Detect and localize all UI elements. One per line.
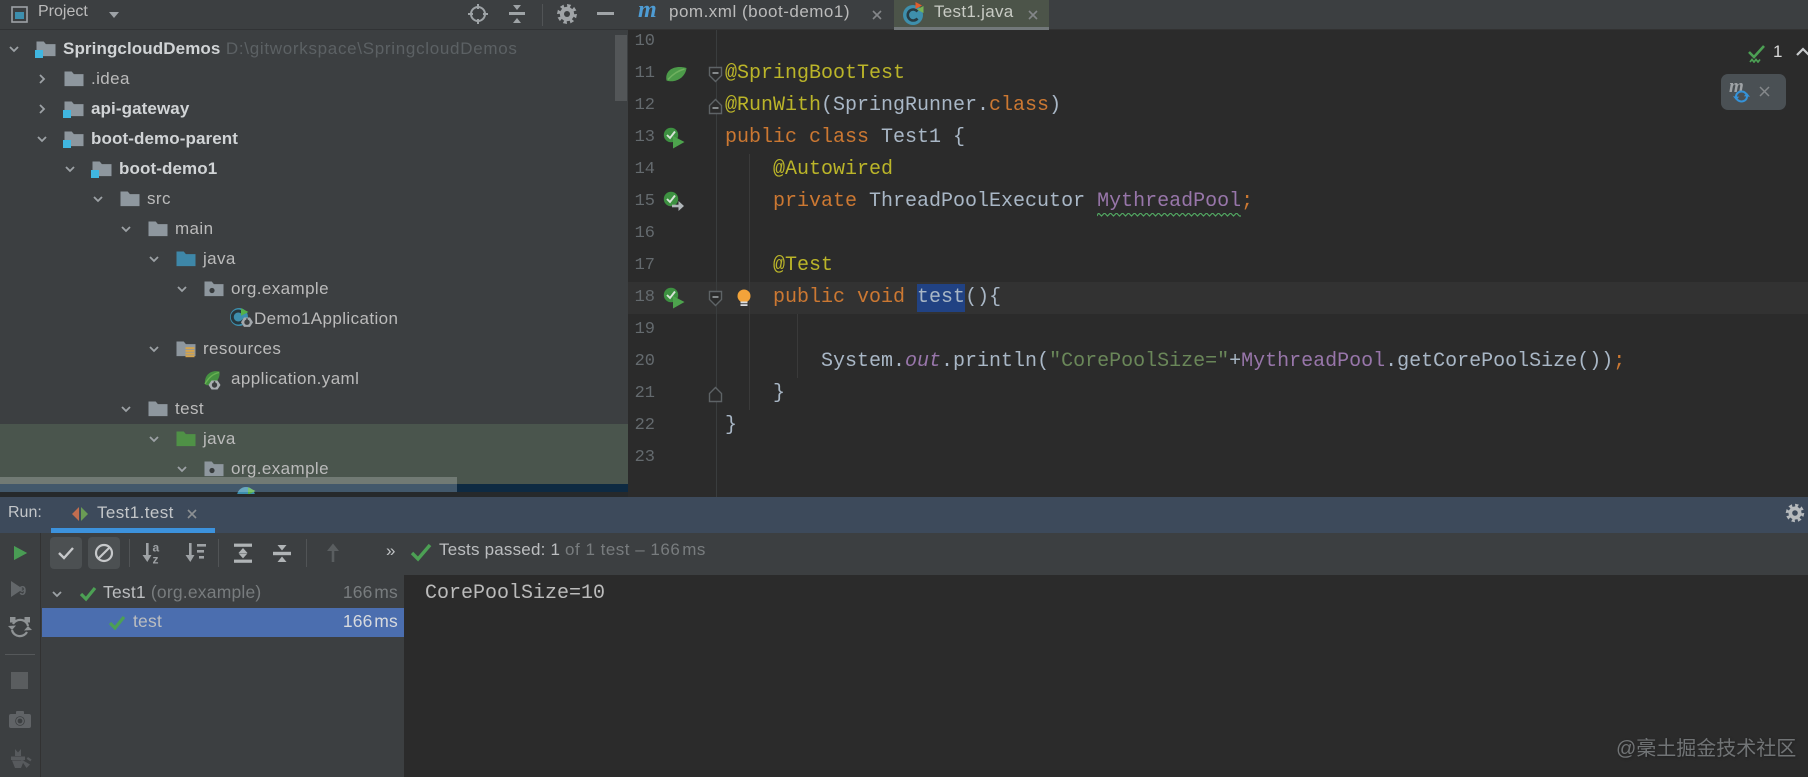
svg-text:9: 9 xyxy=(19,583,26,598)
svg-text:z: z xyxy=(153,553,159,566)
